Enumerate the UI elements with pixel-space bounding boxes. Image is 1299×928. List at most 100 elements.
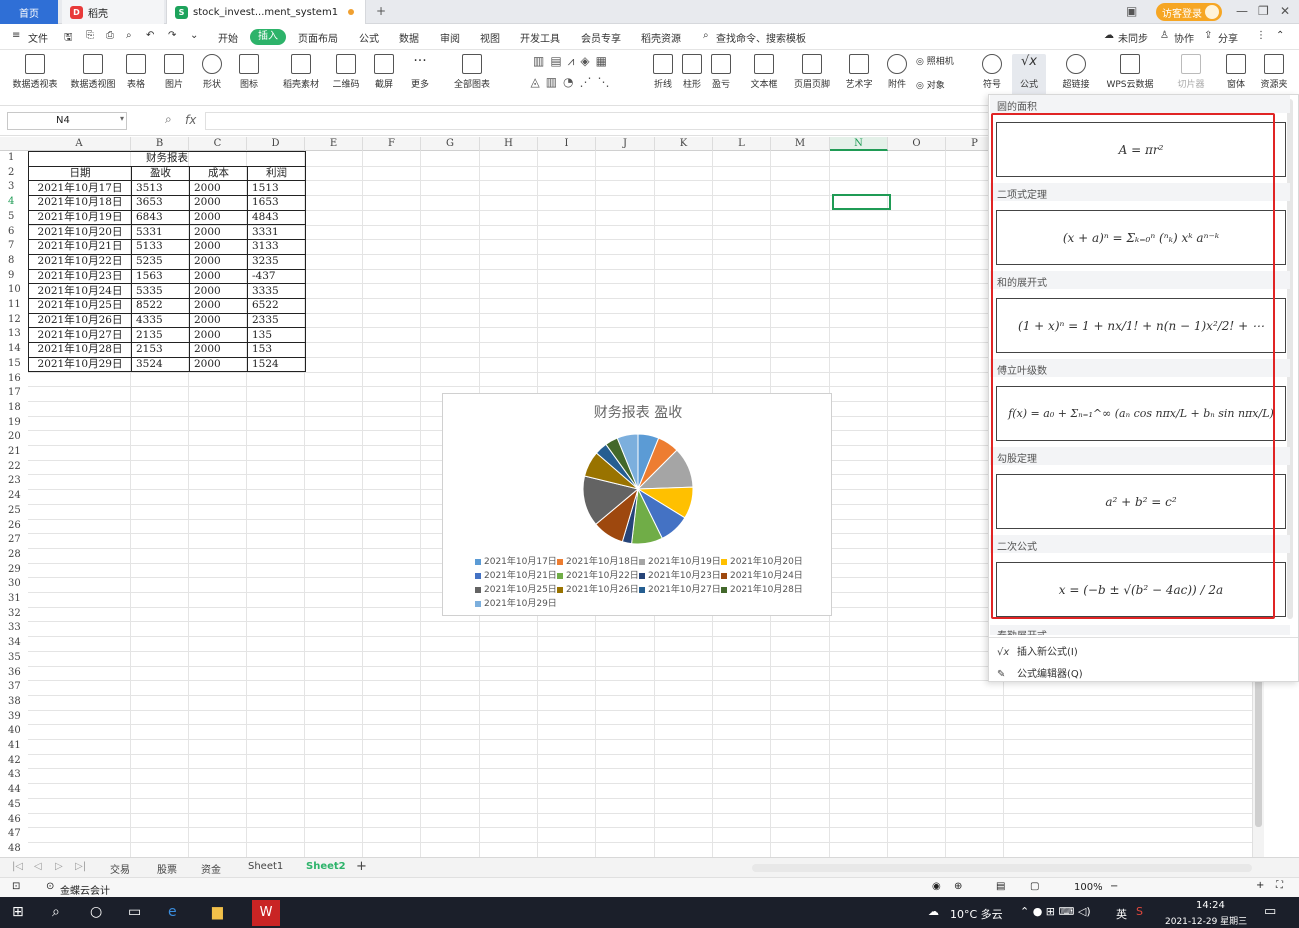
row-header-18[interactable]: 18 xyxy=(0,401,28,416)
table-cell[interactable]: 2000 xyxy=(189,195,248,211)
camera-button[interactable]: ◎ 照相机 xyxy=(916,54,968,67)
table-cell[interactable]: 2021年10月20日 xyxy=(28,224,132,241)
row-header-5[interactable]: 5 xyxy=(0,210,28,225)
column-header-o[interactable]: O xyxy=(888,137,946,151)
table-cell[interactable]: 2021年10月17日 xyxy=(28,180,132,197)
layout-icon[interactable]: ▣ xyxy=(1126,4,1137,18)
table-cell[interactable]: 2021年10月22日 xyxy=(28,253,132,270)
row-header-33[interactable]: 33 xyxy=(0,621,28,636)
row-header-39[interactable]: 39 xyxy=(0,710,28,725)
table-cell[interactable]: 2000 xyxy=(189,312,248,329)
row-header-12[interactable]: 12 xyxy=(0,313,28,328)
table-cell[interactable]: 2000 xyxy=(189,283,248,299)
visitor-login-button[interactable]: 访客登录 xyxy=(1156,3,1222,21)
row-header-44[interactable]: 44 xyxy=(0,783,28,798)
eye-icon[interactable]: ◉ xyxy=(932,881,941,892)
export-icon[interactable]: ⎘ xyxy=(86,30,94,41)
formula-editor[interactable]: ✎ 公式编辑器(Q) xyxy=(997,665,1083,680)
table-cell[interactable]: 3133 xyxy=(247,239,306,255)
sparkline-column-button[interactable]: 柱形 xyxy=(679,54,705,90)
horizontal-scrollbar[interactable] xyxy=(752,864,1252,872)
row-header-25[interactable]: 25 xyxy=(0,504,28,519)
table-cell[interactable]: 2000 xyxy=(189,297,248,314)
column-header-j[interactable]: J xyxy=(596,137,655,151)
row-header-19[interactable]: 19 xyxy=(0,416,28,431)
table-cell[interactable]: 2000 xyxy=(189,327,248,343)
table-cell[interactable]: 2021年10月27日 xyxy=(28,327,132,343)
table-cell[interactable]: 2000 xyxy=(189,180,248,197)
resource-folder-button[interactable]: 资源夹 xyxy=(1258,54,1290,90)
table-cell[interactable]: 2021年10月21日 xyxy=(28,239,132,255)
table-row[interactable]: 2021年10月28日 2153 2000 153 xyxy=(28,341,306,358)
table-cell[interactable]: 2153 xyxy=(131,341,190,358)
table-cell[interactable]: 2021年10月24日 xyxy=(28,283,132,299)
table-cell[interactable]: 3513 xyxy=(131,180,190,197)
ime-indicator[interactable]: 英 xyxy=(1116,906,1127,922)
edge-icon[interactable]: e xyxy=(168,904,177,920)
row-header-3[interactable]: 3 xyxy=(0,180,28,195)
weather-text[interactable]: 10°C 多云 xyxy=(950,906,1003,922)
row-header-46[interactable]: 46 xyxy=(0,813,28,828)
row-header-31[interactable]: 31 xyxy=(0,592,28,607)
tab-daoke[interactable]: D 稻壳 xyxy=(62,0,164,24)
table-cell[interactable]: 5335 xyxy=(131,283,190,299)
next-sheet-icon[interactable]: ▷ xyxy=(55,861,63,872)
share-button[interactable]: 分享 xyxy=(1218,30,1238,45)
row-header-16[interactable]: 16 xyxy=(0,372,28,387)
name-box[interactable]: N4 xyxy=(7,112,127,130)
row-header-23[interactable]: 23 xyxy=(0,474,28,489)
row-header-27[interactable]: 27 xyxy=(0,533,28,548)
table-cell[interactable]: 3331 xyxy=(247,224,306,241)
column-header-m[interactable]: M xyxy=(771,137,830,151)
pivot-table-button[interactable]: 数据透视表 xyxy=(8,54,62,90)
selected-cell-n4[interactable] xyxy=(832,194,891,210)
save-icon[interactable]: 🖫 xyxy=(64,30,73,47)
shape-button[interactable]: 形状 xyxy=(196,54,228,90)
wordart-button[interactable]: 艺术字 xyxy=(839,54,879,90)
row-header-30[interactable]: 30 xyxy=(0,577,28,592)
table-button[interactable]: 表格 xyxy=(123,54,149,90)
table-row[interactable]: 2021年10月27日 2135 2000 135 xyxy=(28,327,306,343)
windows-start-icon[interactable]: ⊞ xyxy=(12,904,24,920)
fullscreen-icon[interactable]: ⛶ xyxy=(1276,880,1283,891)
table-cell[interactable]: 4335 xyxy=(131,312,190,329)
prev-sheet-icon[interactable]: ◁ xyxy=(34,861,42,872)
table-cell[interactable]: 2000 xyxy=(189,356,248,373)
table-row[interactable]: 2021年10月21日 5133 2000 3133 xyxy=(28,239,306,255)
column-header-l[interactable]: L xyxy=(713,137,771,151)
row-header-47[interactable]: 47 xyxy=(0,827,28,842)
menu-review[interactable]: 审阅 xyxy=(440,30,460,45)
sheet-tab-sheet1[interactable]: Sheet1 xyxy=(248,861,283,872)
table-cell[interactable]: 5235 xyxy=(131,253,190,270)
add-sheet-button[interactable]: + xyxy=(356,859,367,874)
slicer-button[interactable]: 切片器 xyxy=(1174,54,1208,90)
last-sheet-icon[interactable]: ▷| xyxy=(75,861,86,872)
wps-cloud-data-button[interactable]: WPS云数据 xyxy=(1100,54,1160,90)
row-header-26[interactable]: 26 xyxy=(0,519,28,534)
search-icon[interactable]: ⌕ xyxy=(703,30,709,41)
globe-icon[interactable]: ⊕ xyxy=(954,881,962,892)
column-header-i[interactable]: I xyxy=(538,137,596,151)
cortana-icon[interactable]: ○ xyxy=(90,904,102,920)
sheet-tab-trade[interactable]: 交易 xyxy=(110,861,130,876)
row-header-29[interactable]: 29 xyxy=(0,563,28,578)
table-cell[interactable]: 2021年10月23日 xyxy=(28,268,132,285)
formula-binomial-theorem[interactable]: (x + a)ⁿ = Σₖ₌₀ⁿ (ⁿₖ) xᵏ aⁿ⁻ᵏ xyxy=(996,210,1286,265)
sparkline-winloss-button[interactable]: 盈亏 xyxy=(708,54,734,90)
namebox-dropdown-icon[interactable]: ▾ xyxy=(120,114,124,123)
daoke-material-button[interactable]: 稻壳素材 xyxy=(280,54,322,90)
column-header-h[interactable]: H xyxy=(480,137,538,151)
table-cell[interactable]: 2000 xyxy=(189,341,248,358)
table-cell[interactable]: 5133 xyxy=(131,239,190,255)
table-cell[interactable]: 2021年10月28日 xyxy=(28,341,132,358)
formula-sum-expansion[interactable]: (1 + x)ⁿ = 1 + nx/1! + n(n − 1)x²/2! + ⋯ xyxy=(996,298,1286,353)
wps-taskbar-icon[interactable]: W xyxy=(252,900,280,926)
explorer-icon[interactable]: ▆ xyxy=(212,904,223,920)
table-cell[interactable]: 5331 xyxy=(131,224,190,241)
object-button[interactable]: ◎ 对象 xyxy=(916,78,968,91)
table-cell[interactable]: 3235 xyxy=(247,253,306,270)
table-header[interactable]: 日期 xyxy=(28,165,132,182)
insert-new-formula[interactable]: √x 插入新公式(I) xyxy=(997,643,1078,658)
task-view-icon[interactable]: ▭ xyxy=(128,904,141,920)
formula-quadratic[interactable]: x = (−b ± √(b² − 4ac)) / 2a xyxy=(996,562,1286,617)
